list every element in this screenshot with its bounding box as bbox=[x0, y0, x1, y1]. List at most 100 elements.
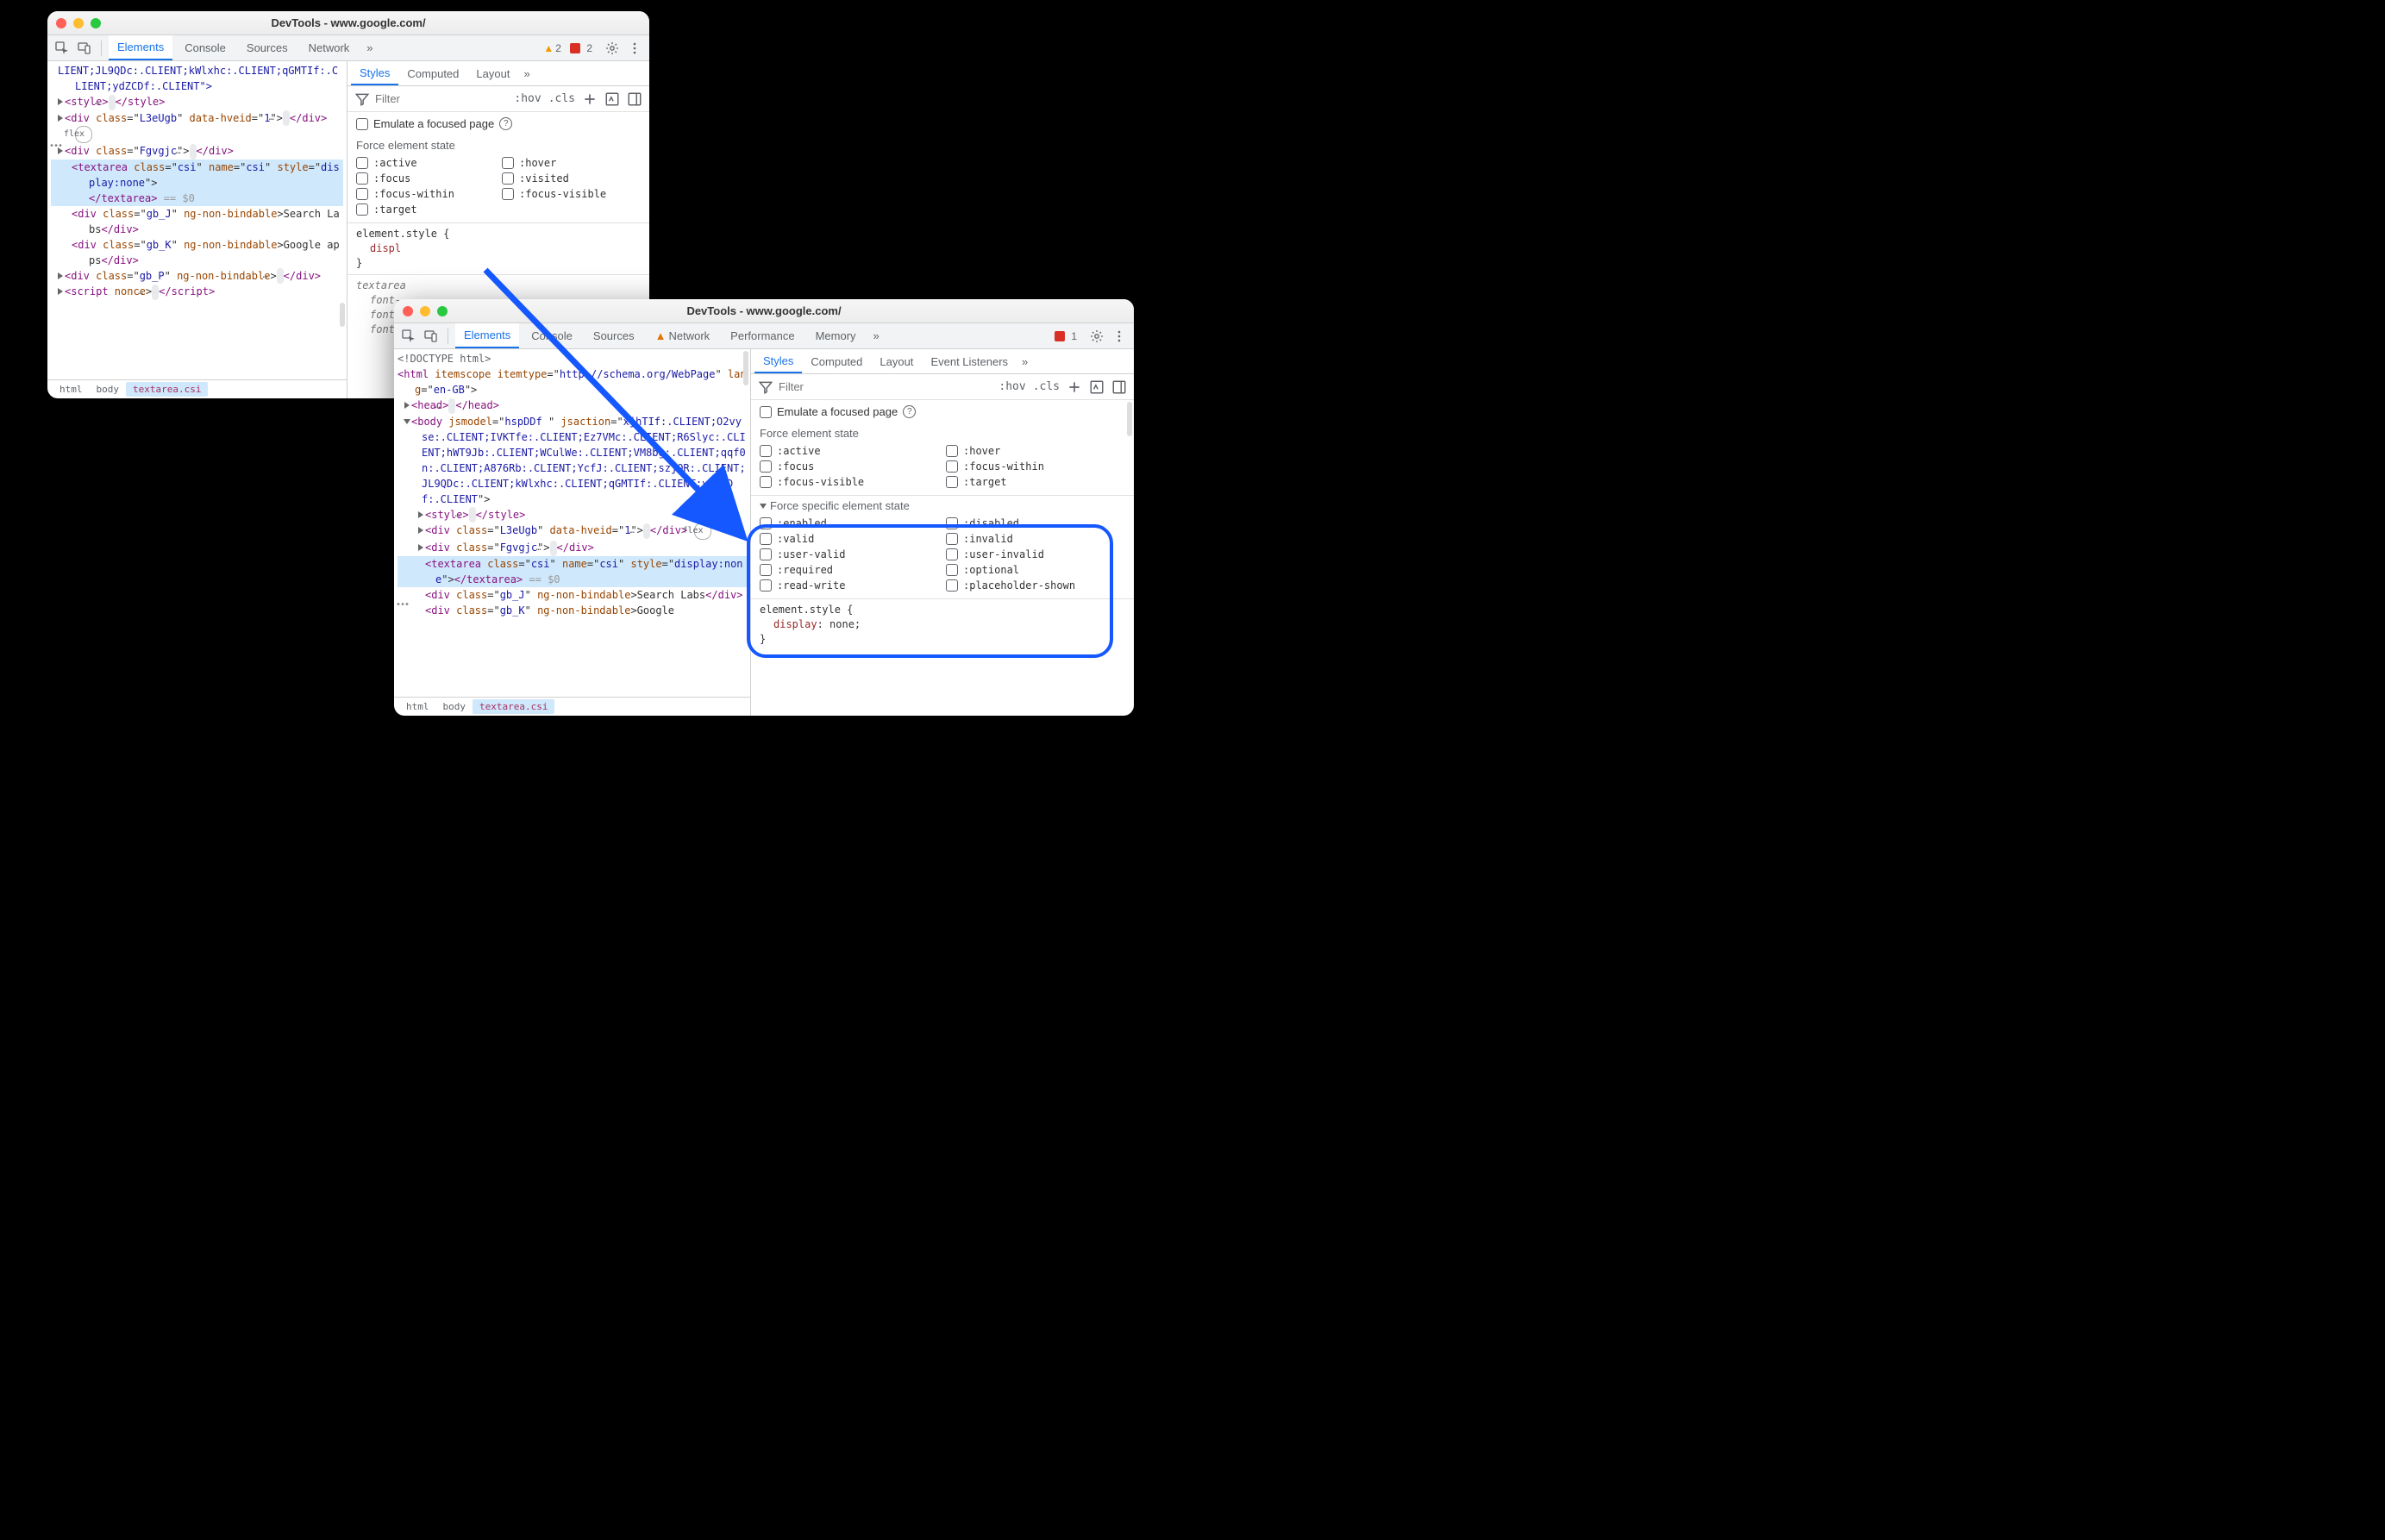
styles-panel: Styles Computed Layout Event Listeners »… bbox=[751, 349, 1134, 716]
state-read-write[interactable]: :read-write bbox=[760, 579, 939, 592]
scrollbar[interactable] bbox=[743, 351, 748, 385]
tab-performance[interactable]: Performance bbox=[722, 323, 803, 348]
errors-badge[interactable]: 1 bbox=[1055, 330, 1077, 342]
kebab-menu-icon[interactable] bbox=[625, 39, 644, 58]
state-active[interactable]: :active bbox=[760, 445, 939, 457]
help-icon[interactable]: ? bbox=[903, 405, 916, 418]
close-icon[interactable] bbox=[403, 306, 413, 316]
computed-styles-icon[interactable] bbox=[604, 91, 620, 107]
styles-tab-styles[interactable]: Styles bbox=[351, 61, 398, 85]
errors-badge[interactable]: 2 bbox=[570, 42, 592, 54]
scrollbar[interactable] bbox=[1127, 402, 1132, 436]
zoom-icon[interactable] bbox=[91, 18, 101, 28]
settings-icon[interactable] bbox=[603, 39, 622, 58]
toggle-sidebar-icon[interactable] bbox=[627, 91, 642, 107]
state-target[interactable]: :target bbox=[946, 476, 1125, 488]
styles-tab-styles[interactable]: Styles bbox=[754, 349, 802, 373]
dom-tree[interactable]: LIENT;JL9QDc:.CLIENT;kWlxhc:.CLIENT;qGMT… bbox=[47, 61, 347, 379]
breadcrumb[interactable]: html body textarea.csi bbox=[47, 379, 347, 398]
hov-toggle[interactable]: :hov bbox=[998, 380, 1025, 393]
state-target[interactable]: :target bbox=[356, 203, 495, 216]
state-user-invalid[interactable]: :user-invalid bbox=[946, 548, 1125, 560]
minimize-icon[interactable] bbox=[420, 306, 430, 316]
close-icon[interactable] bbox=[56, 18, 66, 28]
force-state-title: Force element state bbox=[347, 135, 649, 155]
cls-toggle[interactable]: .cls bbox=[548, 92, 575, 105]
state-focus[interactable]: :focus bbox=[760, 460, 939, 473]
styles-tab-event-listeners[interactable]: Event Listeners bbox=[922, 349, 1017, 373]
toggle-sidebar-icon[interactable] bbox=[1111, 379, 1127, 395]
tab-memory[interactable]: Memory bbox=[807, 323, 865, 348]
zoom-icon[interactable] bbox=[437, 306, 448, 316]
main-tabbar: Elements Console Sources ▲Network Perfor… bbox=[394, 323, 1134, 349]
styles-more-tabs-icon[interactable]: » bbox=[1017, 355, 1033, 368]
state-required[interactable]: :required bbox=[760, 564, 939, 576]
styles-tab-layout[interactable]: Layout bbox=[871, 349, 922, 373]
help-icon[interactable]: ? bbox=[499, 117, 512, 130]
state-focus-visible[interactable]: :focus-visible bbox=[502, 188, 641, 200]
tab-network[interactable]: ▲Network bbox=[647, 323, 719, 348]
inspect-icon[interactable] bbox=[53, 39, 72, 58]
styles-more-tabs-icon[interactable]: » bbox=[518, 67, 535, 80]
selected-dom-node[interactable]: <textarea class="csi" name="csi" style="… bbox=[51, 160, 343, 206]
kebab-menu-icon[interactable] bbox=[1110, 327, 1129, 346]
tab-sources[interactable]: Sources bbox=[585, 323, 643, 348]
state-hover[interactable]: :hover bbox=[946, 445, 1125, 457]
tab-sources[interactable]: Sources bbox=[238, 35, 297, 60]
styles-tabbar: Styles Computed Layout Event Listeners » bbox=[751, 349, 1134, 374]
more-tabs-icon[interactable]: » bbox=[868, 329, 885, 342]
new-style-rule-icon[interactable] bbox=[582, 91, 598, 107]
minimize-icon[interactable] bbox=[73, 18, 84, 28]
state-active[interactable]: :active bbox=[356, 157, 495, 169]
tab-elements[interactable]: Elements bbox=[455, 323, 519, 348]
device-toggle-icon[interactable] bbox=[75, 39, 94, 58]
tab-network[interactable]: Network bbox=[300, 35, 359, 60]
tab-console[interactable]: Console bbox=[523, 323, 581, 348]
emulate-focused-checkbox[interactable] bbox=[356, 118, 368, 130]
more-tabs-icon[interactable]: » bbox=[361, 41, 378, 54]
state-invalid[interactable]: :invalid bbox=[946, 533, 1125, 545]
selected-dom-node[interactable]: <textarea class="csi" name="csi" style="… bbox=[398, 556, 747, 587]
new-style-rule-icon[interactable] bbox=[1067, 379, 1082, 395]
dom-tree[interactable]: <!DOCTYPE html> <html itemscope itemtype… bbox=[394, 349, 750, 697]
device-toggle-icon[interactable] bbox=[422, 327, 441, 346]
hov-toggle[interactable]: :hov bbox=[514, 92, 541, 105]
tab-console[interactable]: Console bbox=[176, 35, 235, 60]
state-hover[interactable]: :hover bbox=[502, 157, 641, 169]
inspect-icon[interactable] bbox=[399, 327, 418, 346]
state-focus[interactable]: :focus bbox=[356, 172, 495, 185]
styles-tab-computed[interactable]: Computed bbox=[398, 61, 467, 85]
rule-element-style[interactable]: element.style { display: none; } bbox=[751, 598, 1134, 650]
styles-tab-computed[interactable]: Computed bbox=[802, 349, 871, 373]
state-focus-within[interactable]: :focus-within bbox=[356, 188, 495, 200]
state-disabled[interactable]: :disabled bbox=[946, 517, 1125, 529]
cls-toggle[interactable]: .cls bbox=[1033, 380, 1060, 393]
state-focus-within[interactable]: :focus-within bbox=[946, 460, 1125, 473]
flex-badge[interactable]: flex bbox=[694, 523, 711, 540]
state-visited[interactable]: :visited bbox=[502, 172, 641, 185]
flex-badge[interactable]: flex bbox=[75, 126, 92, 143]
titlebar[interactable]: DevTools - www.google.com/ bbox=[394, 299, 1134, 323]
filter-input[interactable] bbox=[375, 92, 444, 105]
styles-tab-layout[interactable]: Layout bbox=[467, 61, 518, 85]
filter-input[interactable] bbox=[779, 380, 848, 393]
state-focus-visible[interactable]: :focus-visible bbox=[760, 476, 939, 488]
settings-icon[interactable] bbox=[1087, 327, 1106, 346]
computed-styles-icon[interactable] bbox=[1089, 379, 1105, 395]
state-enabled[interactable]: :enabled bbox=[760, 517, 939, 529]
scrollbar[interactable] bbox=[340, 303, 345, 327]
tab-elements[interactable]: Elements bbox=[109, 35, 172, 60]
force-specific-state-header[interactable]: Force specific element state bbox=[751, 495, 1134, 516]
warnings-badge[interactable]: ▲2 bbox=[543, 42, 561, 54]
filter-icon bbox=[354, 91, 370, 107]
state-valid[interactable]: :valid bbox=[760, 533, 939, 545]
state-placeholder-shown[interactable]: :placeholder-shown bbox=[946, 579, 1125, 592]
force-specific-state-grid: :enabled :disabled :valid :invalid :user… bbox=[751, 516, 1134, 598]
state-optional[interactable]: :optional bbox=[946, 564, 1125, 576]
emulate-focused-checkbox[interactable] bbox=[760, 406, 772, 418]
filter-icon bbox=[758, 379, 773, 395]
titlebar[interactable]: DevTools - www.google.com/ bbox=[47, 11, 649, 35]
state-user-valid[interactable]: :user-valid bbox=[760, 548, 939, 560]
rule-element-style[interactable]: element.style { displ } bbox=[347, 222, 649, 274]
breadcrumb[interactable]: html body textarea.csi bbox=[394, 697, 750, 716]
